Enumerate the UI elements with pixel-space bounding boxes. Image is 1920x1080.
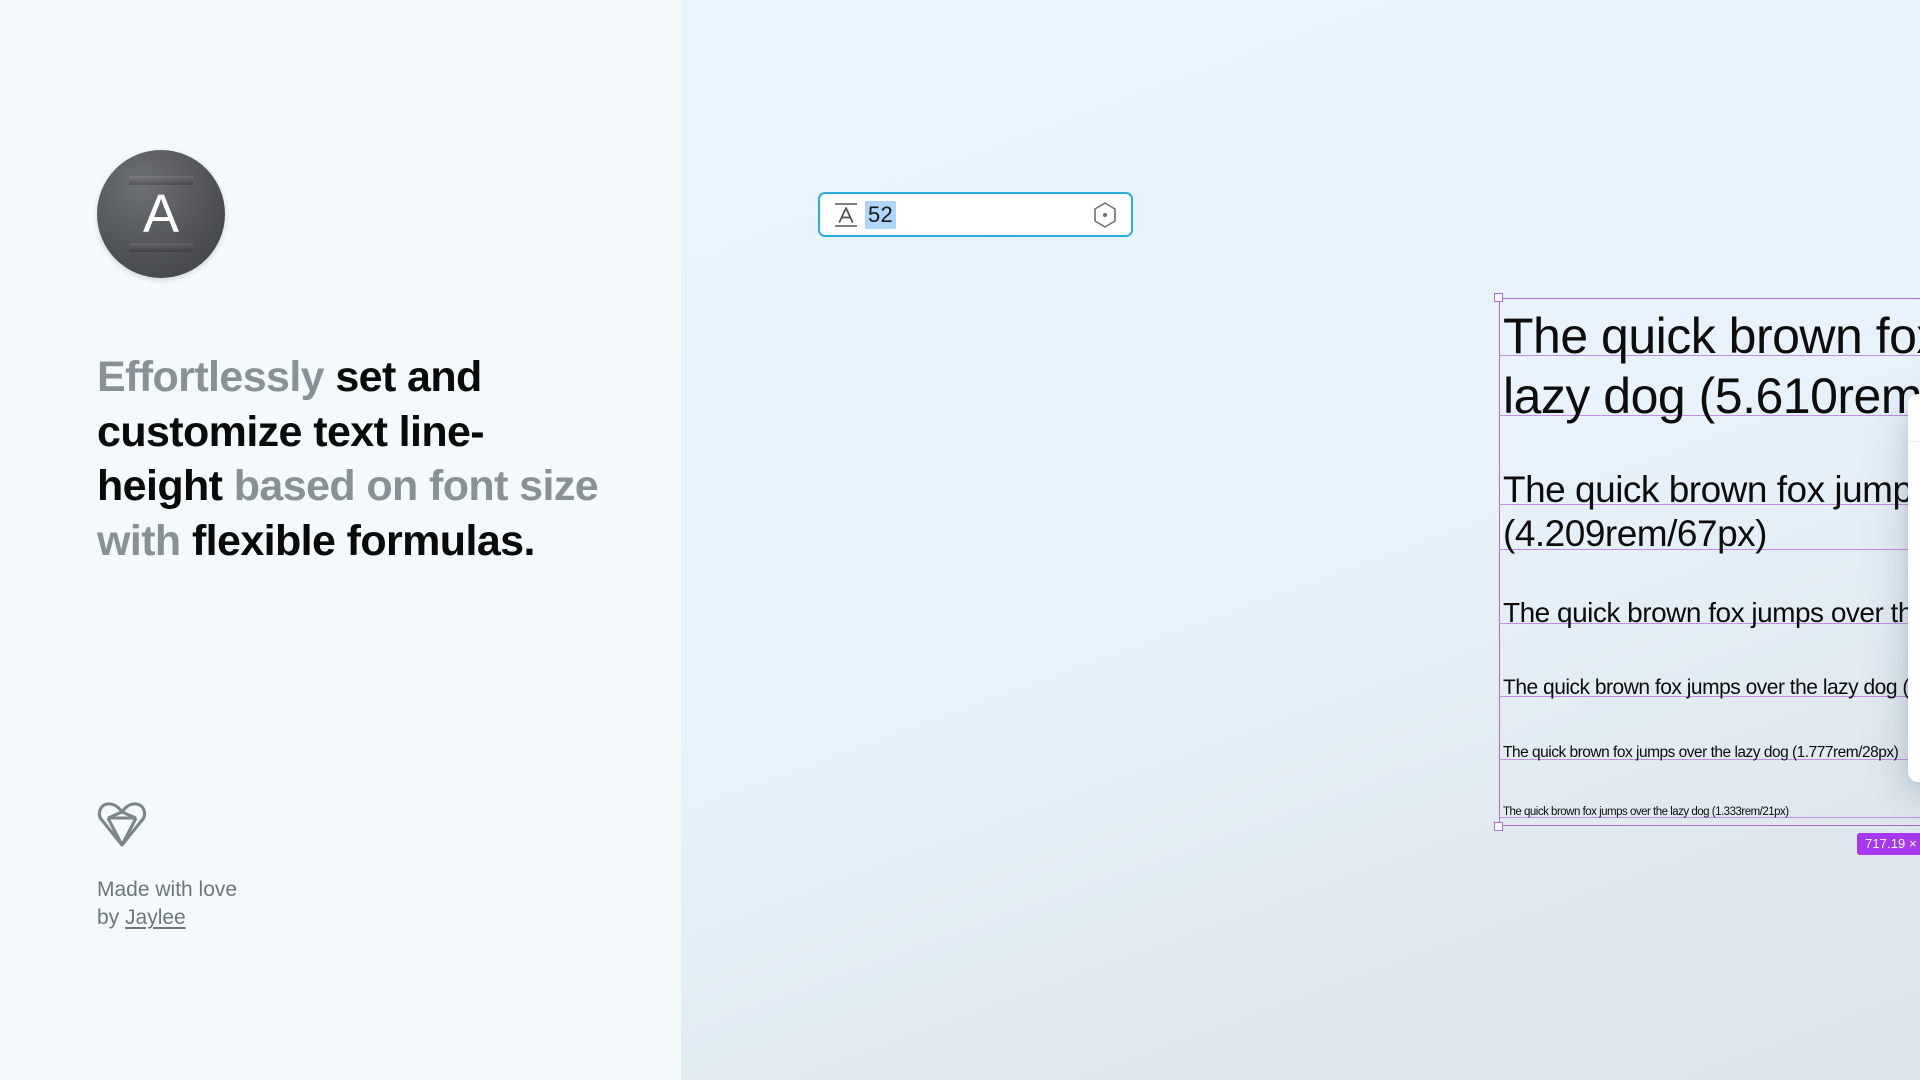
dialog-header: A Pro Line Height — [1908, 394, 1920, 442]
dimension-badge: 717.19 × 470.81 — [1857, 833, 1920, 855]
pro-line-height-dialog: A Pro Line Height INPUT YOUR FORMULA Mat… — [1908, 394, 1920, 782]
preview-line-3: The quick brown fox jumps over the lazy … — [1503, 676, 1920, 699]
resize-handle-bottom-left[interactable] — [1494, 822, 1503, 831]
preview-line-5: The quick brown fox jumps over the lazy … — [1503, 806, 1789, 818]
by-prefix: by — [97, 906, 126, 930]
app-logo: A — [97, 150, 225, 278]
preview-line-1: The quick brown fox jumps over the lazy … — [1503, 469, 1920, 555]
text-node-selection[interactable]: The quick brown fox jumps over the lazy … — [1494, 293, 1920, 831]
font-size-input[interactable]: 52 — [818, 192, 1133, 237]
font-size-value[interactable]: 52 — [865, 200, 897, 229]
made-with-line1: Made with love — [97, 878, 238, 901]
app-root: A Effortlessly set and customize text li… — [0, 0, 1920, 1080]
promo-headline: Effortlessly set and customize text line… — [97, 350, 607, 568]
footer-credit: Made with love by Jaylee — [97, 800, 237, 933]
preview-line-0: The quick brown fox jumps over the lazy … — [1503, 308, 1920, 424]
made-with-text: Made with love by Jaylee — [97, 876, 237, 933]
design-canvas: 52 The quick brown fox jumps over the la… — [681, 0, 1920, 1080]
headline-segment-0: Effortlessly — [97, 353, 336, 401]
resize-handle-top-left[interactable] — [1494, 293, 1503, 302]
logo-bar-bottom — [129, 243, 193, 252]
heart-gem-icon — [97, 802, 147, 847]
dialog-body: INPUT YOUR FORMULA Math.ceil(fontSize * … — [1908, 442, 1920, 782]
logo-letter: A — [142, 184, 180, 244]
author-link[interactable]: Jaylee — [125, 906, 186, 929]
preview-line-4: The quick brown fox jumps over the lazy … — [1503, 744, 1899, 761]
font-size-icon — [835, 202, 857, 227]
headline-segment-3: flexible formulas. — [191, 516, 535, 565]
hexagon-dot-icon[interactable] — [1092, 201, 1118, 229]
preview-line-2: The quick brown fox jumps over the lazy … — [1503, 597, 1920, 628]
left-promo-panel: A Effortlessly set and customize text li… — [0, 0, 681, 1080]
